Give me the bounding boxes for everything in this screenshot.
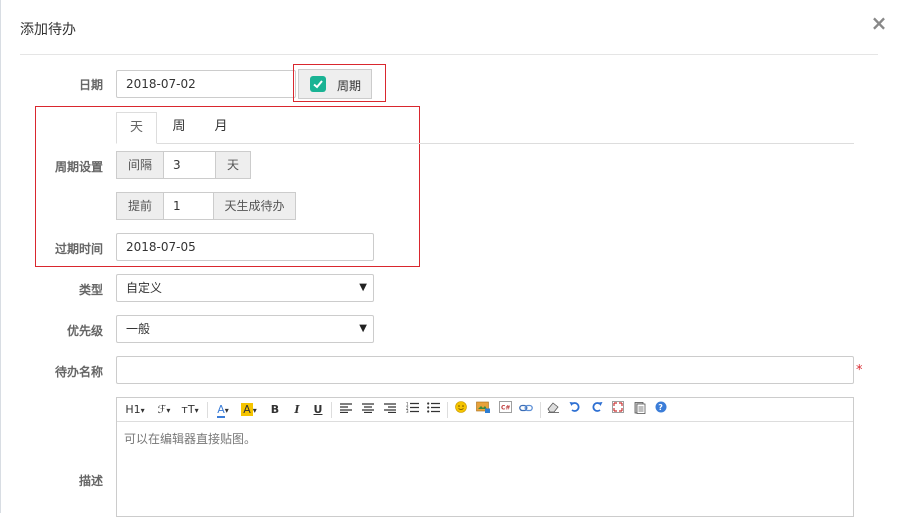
align-right-icon[interactable] <box>382 401 398 419</box>
type-label: 类型 <box>78 283 103 297</box>
insert-image-icon[interactable] <box>475 401 491 419</box>
align-left-icon[interactable] <box>338 401 354 419</box>
svg-text:?: ? <box>658 403 663 412</box>
caret-down-icon: ▼ <box>359 282 367 293</box>
period-settings-label: 周期设置 <box>54 160 103 174</box>
font-color-button[interactable]: A▾ <box>213 401 233 419</box>
link-icon[interactable] <box>518 401 534 419</box>
toolbar-separator <box>207 402 208 418</box>
font-size-button[interactable]: ᴛT▾ <box>179 401 201 419</box>
advance-addon: 提前 <box>116 192 164 220</box>
undo-icon[interactable] <box>567 401 583 419</box>
ordered-list-icon[interactable]: 123 <box>404 401 420 419</box>
modal-header: 添加待办 × <box>1 0 897 55</box>
editor-toolbar: H1▾ ℱ▾ ᴛT▾ A▾ A ▾ B I U 123 C# ? <box>117 398 853 422</box>
heading-button[interactable]: H1▾ <box>123 401 147 419</box>
add-todo-modal: 添加待办 × 日期 2018-07-02 周期 天 周 月 周期设置 间隔 3 … <box>0 0 897 517</box>
editor-placeholder: 可以在编辑器直接贴图。 <box>124 432 257 446</box>
tab-week[interactable]: 周 <box>161 112 197 144</box>
interval-unit-addon: 天 <box>215 151 251 179</box>
italic-button[interactable]: I <box>290 401 304 419</box>
rich-text-editor[interactable]: H1▾ ℱ▾ ᴛT▾ A▾ A ▾ B I U 123 C# ? 可以在编辑器直… <box>116 397 854 517</box>
tab-day[interactable]: 天 <box>116 112 157 144</box>
date-input[interactable]: 2018-07-02 <box>116 70 296 98</box>
paste-icon[interactable] <box>632 401 648 419</box>
interval-addon: 间隔 <box>116 151 164 179</box>
period-button-label: 周期 <box>337 79 362 93</box>
unordered-list-icon[interactable] <box>425 401 441 419</box>
help-icon[interactable]: ? <box>653 401 669 419</box>
description-label: 描述 <box>78 474 103 488</box>
todo-name-input[interactable] <box>116 356 854 384</box>
advance-suffix-addon: 天生成待办 <box>213 192 296 220</box>
highlight-button[interactable]: A ▾ <box>238 401 260 419</box>
expire-label: 过期时间 <box>54 242 103 256</box>
bold-button[interactable]: B <box>268 401 282 419</box>
font-family-button[interactable]: ℱ▾ <box>153 401 175 419</box>
toolbar-separator <box>540 402 541 418</box>
tab-month[interactable]: 月 <box>203 112 239 144</box>
toolbar-separator <box>447 402 448 418</box>
interval-input[interactable]: 3 <box>163 151 216 179</box>
checkbox-checked-icon[interactable] <box>310 76 326 92</box>
close-icon[interactable]: × <box>869 12 889 34</box>
type-select[interactable]: 自定义 ▼ <box>116 274 374 302</box>
date-label: 日期 <box>78 78 103 92</box>
svg-text:3: 3 <box>406 409 409 413</box>
priority-select[interactable]: 一般 ▼ <box>116 315 374 343</box>
period-toggle-button[interactable]: 周期 <box>298 69 372 99</box>
redo-icon[interactable] <box>589 401 605 419</box>
todo-name-label: 待办名称 <box>54 365 103 379</box>
code-block-icon[interactable]: C# <box>497 401 513 419</box>
underline-button[interactable]: U <box>311 401 325 419</box>
header-divider <box>20 54 878 55</box>
emoji-icon[interactable] <box>453 401 469 419</box>
eraser-icon[interactable] <box>545 401 561 419</box>
priority-select-value: 一般 <box>126 322 151 336</box>
align-center-icon[interactable] <box>360 401 376 419</box>
toolbar-separator <box>331 402 332 418</box>
advance-input[interactable]: 1 <box>163 192 214 220</box>
expire-date-input[interactable]: 2018-07-05 <box>116 233 374 261</box>
priority-label: 优先级 <box>66 324 103 338</box>
svg-text:C#: C# <box>501 405 510 412</box>
required-asterisk: * <box>856 363 863 378</box>
caret-down-icon: ▼ <box>359 323 367 334</box>
type-select-value: 自定义 <box>126 281 163 295</box>
fullscreen-icon[interactable] <box>610 401 626 419</box>
modal-title: 添加待办 <box>20 22 76 38</box>
